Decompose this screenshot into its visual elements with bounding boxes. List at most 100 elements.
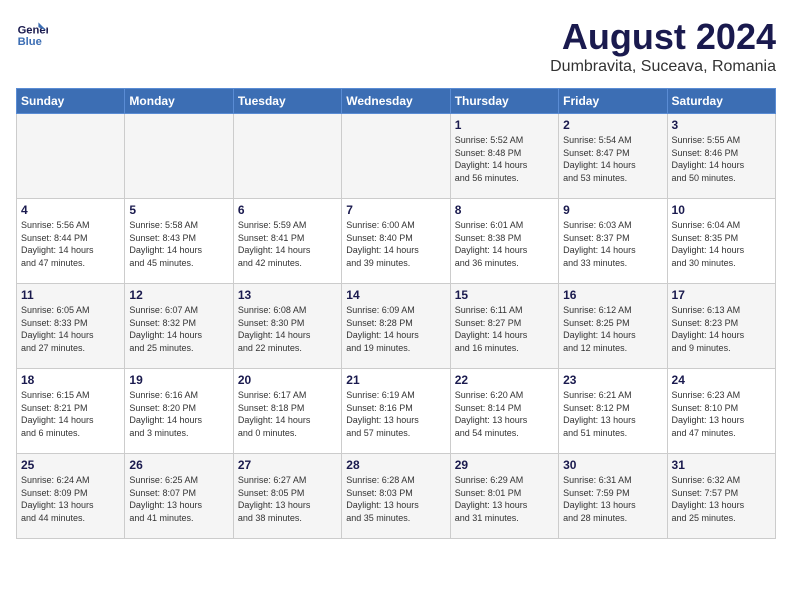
day-number: 19	[129, 373, 228, 387]
day-info: Sunrise: 5:55 AM Sunset: 8:46 PM Dayligh…	[672, 134, 771, 184]
calendar-cell: 20 Sunrise: 6:17 AM Sunset: 8:18 PM Dayli…	[233, 369, 341, 454]
weekday-header-friday: Friday	[559, 89, 667, 114]
day-info: Sunrise: 6:24 AM Sunset: 8:09 PM Dayligh…	[21, 474, 120, 524]
day-info: Sunrise: 6:00 AM Sunset: 8:40 PM Dayligh…	[346, 219, 445, 269]
calendar-cell: 25 Sunrise: 6:24 AM Sunset: 8:09 PM Dayli…	[17, 454, 125, 539]
day-info: Sunrise: 5:52 AM Sunset: 8:48 PM Dayligh…	[455, 134, 554, 184]
calendar-cell: 24 Sunrise: 6:23 AM Sunset: 8:10 PM Dayli…	[667, 369, 775, 454]
day-number: 13	[238, 288, 337, 302]
logo-icon: General Blue	[16, 16, 48, 48]
day-info: Sunrise: 6:15 AM Sunset: 8:21 PM Dayligh…	[21, 389, 120, 439]
day-number: 1	[455, 118, 554, 132]
day-number: 16	[563, 288, 662, 302]
day-number: 5	[129, 203, 228, 217]
calendar-cell: 16 Sunrise: 6:12 AM Sunset: 8:25 PM Dayli…	[559, 284, 667, 369]
calendar-cell: 28Sunrise: 6:28 AM Sunset: 8:03 PM Dayli…	[342, 454, 450, 539]
day-info: Sunrise: 6:16 AM Sunset: 8:20 PM Dayligh…	[129, 389, 228, 439]
day-info: Sunrise: 6:31 AM Sunset: 7:59 PM Dayligh…	[563, 474, 662, 524]
calendar-cell	[125, 114, 233, 199]
calendar-cell: 9Sunrise: 6:03 AM Sunset: 8:37 PM Daylig…	[559, 199, 667, 284]
day-info: Sunrise: 6:01 AM Sunset: 8:38 PM Dayligh…	[455, 219, 554, 269]
day-number: 29	[455, 458, 554, 472]
calendar-cell: 7 Sunrise: 6:00 AM Sunset: 8:40 PM Daylig…	[342, 199, 450, 284]
weekday-header-thursday: Thursday	[450, 89, 558, 114]
day-number: 8	[455, 203, 554, 217]
day-number: 18	[21, 373, 120, 387]
day-info: Sunrise: 6:12 AM Sunset: 8:25 PM Dayligh…	[563, 304, 662, 354]
calendar-cell: 2 Sunrise: 5:54 AM Sunset: 8:47 PM Daylig…	[559, 114, 667, 199]
logo: General Blue	[16, 16, 48, 48]
calendar-cell: 1 Sunrise: 5:52 AM Sunset: 8:48 PM Daylig…	[450, 114, 558, 199]
day-number: 4	[21, 203, 120, 217]
day-info: Sunrise: 6:11 AM Sunset: 8:27 PM Dayligh…	[455, 304, 554, 354]
day-info: Sunrise: 6:27 AM Sunset: 8:05 PM Dayligh…	[238, 474, 337, 524]
day-info: Sunrise: 6:17 AM Sunset: 8:18 PM Dayligh…	[238, 389, 337, 439]
day-number: 21	[346, 373, 445, 387]
day-number: 25	[21, 458, 120, 472]
weekday-header-row: SundayMondayTuesdayWednesdayThursdayFrid…	[17, 89, 776, 114]
calendar-cell: 26Sunrise: 6:25 AM Sunset: 8:07 PM Dayli…	[125, 454, 233, 539]
day-number: 24	[672, 373, 771, 387]
day-number: 26	[129, 458, 228, 472]
calendar-cell: 6Sunrise: 5:59 AM Sunset: 8:41 PM Daylig…	[233, 199, 341, 284]
calendar-cell: 21 Sunrise: 6:19 AM Sunset: 8:16 PM Dayli…	[342, 369, 450, 454]
weekday-header-wednesday: Wednesday	[342, 89, 450, 114]
title-block: August 2024 Dumbravita, Suceava, Romania	[550, 16, 776, 76]
day-number: 2	[563, 118, 662, 132]
calendar-cell: 18 Sunrise: 6:15 AM Sunset: 8:21 PM Dayli…	[17, 369, 125, 454]
calendar-cell: 12Sunrise: 6:07 AM Sunset: 8:32 PM Dayli…	[125, 284, 233, 369]
weekday-header-sunday: Sunday	[17, 89, 125, 114]
day-info: Sunrise: 6:08 AM Sunset: 8:30 PM Dayligh…	[238, 304, 337, 354]
weekday-header-monday: Monday	[125, 89, 233, 114]
svg-text:Blue: Blue	[18, 36, 42, 48]
day-number: 31	[672, 458, 771, 472]
weekday-header-tuesday: Tuesday	[233, 89, 341, 114]
calendar-cell: 3 Sunrise: 5:55 AM Sunset: 8:46 PM Daylig…	[667, 114, 775, 199]
day-info: Sunrise: 6:20 AM Sunset: 8:14 PM Dayligh…	[455, 389, 554, 439]
day-number: 7	[346, 203, 445, 217]
week-row-5: 25 Sunrise: 6:24 AM Sunset: 8:09 PM Dayli…	[17, 454, 776, 539]
week-row-3: 11Sunrise: 6:05 AM Sunset: 8:33 PM Dayli…	[17, 284, 776, 369]
day-number: 11	[21, 288, 120, 302]
calendar-cell: 29 Sunrise: 6:29 AM Sunset: 8:01 PM Dayli…	[450, 454, 558, 539]
day-number: 3	[672, 118, 771, 132]
day-info: Sunrise: 5:54 AM Sunset: 8:47 PM Dayligh…	[563, 134, 662, 184]
svg-text:General: General	[18, 25, 48, 37]
day-number: 17	[672, 288, 771, 302]
calendar-cell: 13 Sunrise: 6:08 AM Sunset: 8:30 PM Dayli…	[233, 284, 341, 369]
calendar-cell: 19 Sunrise: 6:16 AM Sunset: 8:20 PM Dayli…	[125, 369, 233, 454]
calendar-cell: 17 Sunrise: 6:13 AM Sunset: 8:23 PM Dayli…	[667, 284, 775, 369]
day-info: Sunrise: 6:21 AM Sunset: 8:12 PM Dayligh…	[563, 389, 662, 439]
calendar-table: SundayMondayTuesdayWednesdayThursdayFrid…	[16, 88, 776, 539]
day-info: Sunrise: 6:32 AM Sunset: 7:57 PM Dayligh…	[672, 474, 771, 524]
day-info: Sunrise: 6:04 AM Sunset: 8:35 PM Dayligh…	[672, 219, 771, 269]
week-row-4: 18 Sunrise: 6:15 AM Sunset: 8:21 PM Dayli…	[17, 369, 776, 454]
day-info: Sunrise: 5:56 AM Sunset: 8:44 PM Dayligh…	[21, 219, 120, 269]
calendar-cell	[17, 114, 125, 199]
calendar-cell: 31 Sunrise: 6:32 AM Sunset: 7:57 PM Dayli…	[667, 454, 775, 539]
calendar-cell: 10 Sunrise: 6:04 AM Sunset: 8:35 PM Dayli…	[667, 199, 775, 284]
calendar-cell: 14 Sunrise: 6:09 AM Sunset: 8:28 PM Dayli…	[342, 284, 450, 369]
calendar-title: August 2024	[550, 16, 776, 58]
day-number: 28	[346, 458, 445, 472]
calendar-cell: 11Sunrise: 6:05 AM Sunset: 8:33 PM Dayli…	[17, 284, 125, 369]
day-number: 22	[455, 373, 554, 387]
day-info: Sunrise: 6:23 AM Sunset: 8:10 PM Dayligh…	[672, 389, 771, 439]
calendar-cell: 15 Sunrise: 6:11 AM Sunset: 8:27 PM Dayli…	[450, 284, 558, 369]
day-number: 20	[238, 373, 337, 387]
calendar-cell	[233, 114, 341, 199]
day-info: Sunrise: 5:59 AM Sunset: 8:41 PM Dayligh…	[238, 219, 337, 269]
day-number: 10	[672, 203, 771, 217]
day-info: Sunrise: 6:19 AM Sunset: 8:16 PM Dayligh…	[346, 389, 445, 439]
week-row-1: 1 Sunrise: 5:52 AM Sunset: 8:48 PM Daylig…	[17, 114, 776, 199]
page-header: General Blue August 2024 Dumbravita, Suc…	[16, 16, 776, 76]
calendar-cell: 5Sunrise: 5:58 AM Sunset: 8:43 PM Daylig…	[125, 199, 233, 284]
day-number: 14	[346, 288, 445, 302]
calendar-cell: 23Sunrise: 6:21 AM Sunset: 8:12 PM Dayli…	[559, 369, 667, 454]
day-number: 15	[455, 288, 554, 302]
day-number: 30	[563, 458, 662, 472]
calendar-cell: 27Sunrise: 6:27 AM Sunset: 8:05 PM Dayli…	[233, 454, 341, 539]
day-info: Sunrise: 6:09 AM Sunset: 8:28 PM Dayligh…	[346, 304, 445, 354]
day-info: Sunrise: 6:13 AM Sunset: 8:23 PM Dayligh…	[672, 304, 771, 354]
day-info: Sunrise: 6:29 AM Sunset: 8:01 PM Dayligh…	[455, 474, 554, 524]
